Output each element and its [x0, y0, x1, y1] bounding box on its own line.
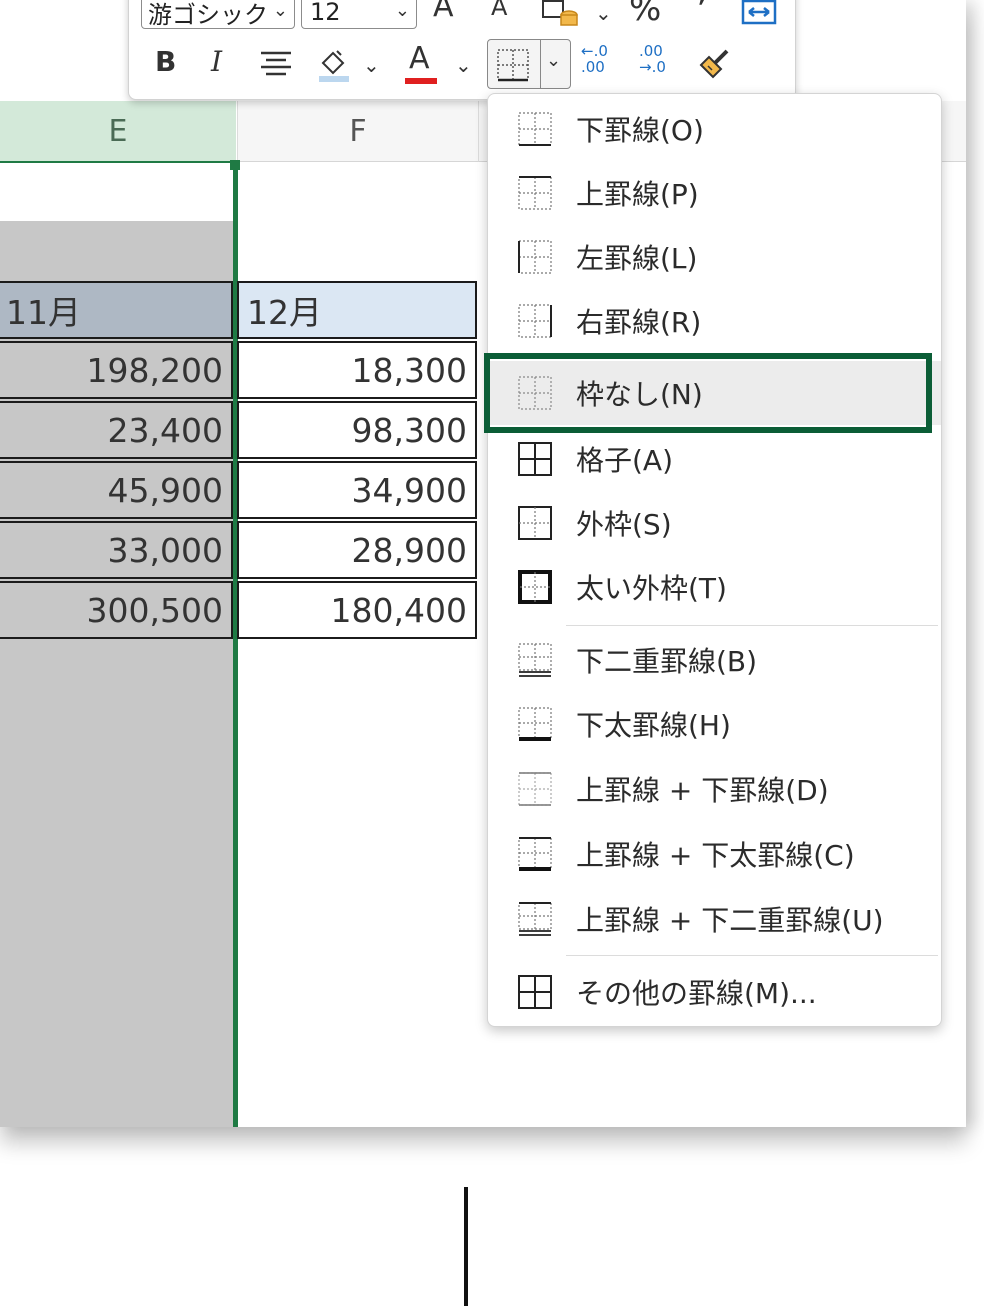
top-bottom-border-icon [518, 772, 552, 806]
thick-bottom-border-icon [518, 707, 552, 741]
menu-item-top-double-bottom-border[interactable]: 上罫線 + 下二重罫線(U) [488, 887, 941, 951]
left-border-icon [518, 240, 552, 274]
selection-handle[interactable] [230, 160, 240, 170]
highlight-annotation-box [484, 353, 932, 433]
table-cell[interactable]: 18,300 [237, 341, 477, 399]
align-center-icon[interactable] [259, 49, 293, 79]
wrap-text-icon[interactable] [741, 0, 777, 27]
chevron-down-icon[interactable]: ⌄ [455, 53, 472, 77]
menu-item-right-border[interactable]: 右罫線(R) [488, 289, 941, 353]
column-header-f[interactable]: F [237, 101, 478, 162]
table-header-cell[interactable]: 11月 [0, 281, 233, 339]
menu-item-thick-outside-borders[interactable]: 太い外枠(T) [488, 555, 941, 619]
menu-item-label: 上罫線 + 下罫線(D) [576, 774, 829, 807]
accounting-format-icon[interactable] [541, 0, 581, 29]
more-borders-icon [518, 975, 552, 1009]
menu-separator [566, 625, 938, 626]
menu-item-label: 太い外枠(T) [576, 572, 727, 605]
menu-item-more-borders[interactable]: その他の罫線(M)... [488, 960, 941, 1024]
fill-color-icon[interactable] [315, 45, 353, 83]
menu-item-label: 格子(A) [576, 444, 674, 477]
shrink-font-icon[interactable]: A [491, 0, 507, 21]
menu-item-label: 左罫線(L) [576, 242, 698, 275]
chevron-down-icon: ⌄ [394, 0, 410, 21]
menu-item-label: その他の罫線(M)... [576, 977, 817, 1010]
table-cell[interactable]: 180,400 [237, 581, 477, 639]
borders-icon [497, 49, 529, 82]
column-f-label: F [349, 113, 367, 149]
table-cell[interactable]: 98,300 [237, 401, 477, 459]
table-cell[interactable]: 34,900 [237, 461, 477, 519]
menu-item-top-thick-bottom-border[interactable]: 上罫線 + 下太罫線(C) [488, 822, 941, 886]
table-cell[interactable]: 23,400 [0, 401, 233, 459]
top-double-bottom-border-icon [518, 902, 552, 936]
split-divider [540, 40, 541, 88]
chevron-down-icon: ⌄ [272, 0, 288, 21]
right-border-icon [518, 304, 552, 338]
bottom-border-icon [518, 112, 552, 146]
menu-item-left-border[interactable]: 左罫線(L) [488, 225, 941, 289]
menu-item-label: 外枠(S) [576, 508, 672, 541]
chevron-down-icon[interactable]: ⌄ [595, 1, 612, 25]
menu-item-bottom-double-border[interactable]: 下二重罫線(B) [488, 628, 941, 692]
table-cell[interactable]: 45,900 [0, 461, 233, 519]
menu-separator [566, 955, 938, 956]
outside-borders-icon [518, 506, 552, 540]
table-cell[interactable]: 28,900 [237, 521, 477, 579]
font-name-value: 游ゴシック [148, 0, 268, 29]
menu-item-bottom-border[interactable]: 下罫線(O) [488, 97, 941, 161]
menu-item-top-bottom-border[interactable]: 上罫線 + 下罫線(D) [488, 757, 941, 821]
table-header-cell[interactable]: 12月 [237, 281, 477, 339]
menu-item-all-borders[interactable]: 格子(A) [488, 427, 941, 491]
menu-item-label: 下二重罫線(B) [576, 645, 758, 678]
chevron-down-icon[interactable]: ⌄ [363, 53, 380, 77]
font-size-value: 12 [310, 0, 341, 26]
menu-item-label: 下罫線(O) [576, 114, 704, 147]
border-menu: 下罫線(O) 上罫線(P) 左罫線(L) 右罫線(R) 枠なし(N) 格子(A)… [487, 93, 942, 1027]
comma-style-icon[interactable]: ❜ [695, 0, 707, 28]
italic-button[interactable]: I [211, 45, 222, 78]
leader-line [464, 1187, 468, 1306]
menu-item-label: 上罫線 + 下二重罫線(U) [576, 904, 884, 937]
menu-item-label: 上罫線 + 下太罫線(C) [576, 839, 855, 872]
menu-item-outside-borders[interactable]: 外枠(S) [488, 491, 941, 555]
decrease-decimal-icon[interactable]: .00 →.0 [639, 43, 666, 75]
format-painter-icon[interactable] [695, 43, 735, 83]
thick-outside-borders-icon [518, 570, 552, 604]
menu-item-label: 下太罫線(H) [576, 709, 731, 742]
mini-toolbar: 游ゴシック ⌄ 12 ⌄ A A ⌄ % ❜ B I ⌄ A ⌄ ⌄ ←.0 .… [128, 0, 796, 100]
font-color-icon[interactable]: A [409, 41, 430, 76]
menu-item-label: 右罫線(R) [576, 306, 702, 339]
percent-style-icon[interactable]: % [629, 0, 661, 29]
column-e-label: E [108, 113, 128, 149]
font-color-bar [405, 78, 437, 84]
table-cell[interactable]: 33,000 [0, 521, 233, 579]
bottom-double-border-icon [518, 643, 552, 677]
menu-item-thick-bottom-border[interactable]: 下太罫線(H) [488, 692, 941, 756]
bold-button[interactable]: B [155, 45, 176, 78]
increase-decimal-icon[interactable]: ←.0 .00 [581, 43, 608, 75]
top-border-icon [518, 176, 552, 210]
table-cell[interactable]: 198,200 [0, 341, 233, 399]
excel-window: E F 11月 12月 198,200 18,300 23,400 98,300… [0, 0, 966, 1127]
font-size-select[interactable]: 12 ⌄ [301, 0, 417, 29]
chevron-down-icon[interactable]: ⌄ [546, 50, 561, 71]
menu-item-top-border[interactable]: 上罫線(P) [488, 161, 941, 225]
borders-button[interactable]: ⌄ [487, 39, 571, 89]
font-name-select[interactable]: 游ゴシック ⌄ [141, 0, 295, 29]
table-cell[interactable]: 300,500 [0, 581, 233, 639]
all-borders-icon [518, 442, 552, 476]
menu-item-label: 上罫線(P) [576, 178, 699, 211]
column-header-e[interactable]: E [0, 101, 236, 163]
top-thick-bottom-border-icon [518, 837, 552, 871]
grow-font-icon[interactable]: A [433, 0, 454, 24]
